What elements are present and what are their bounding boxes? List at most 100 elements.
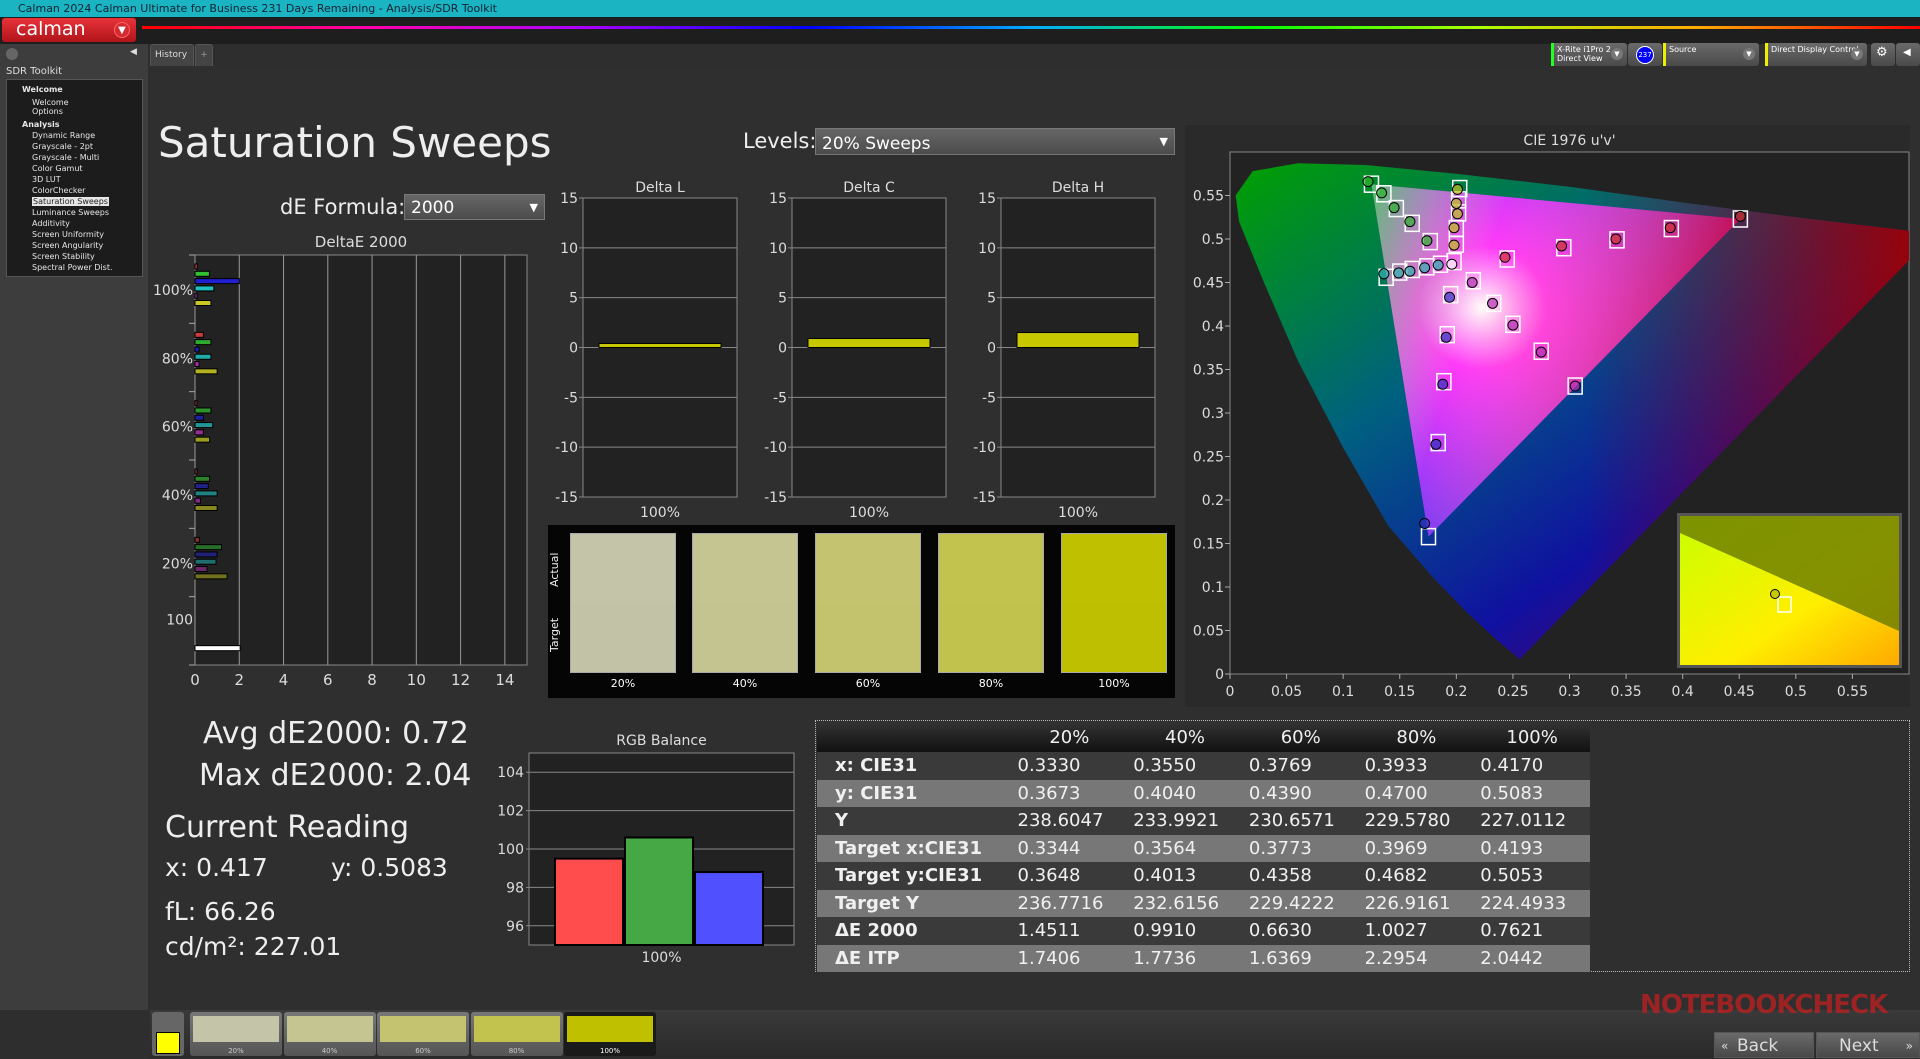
y-tick-label: 15 — [560, 191, 578, 207]
table-cell: 0.5053 — [1474, 862, 1590, 890]
y-category-label: 20% — [162, 556, 193, 572]
sidebar-item[interactable]: ColorChecker — [32, 186, 85, 195]
column-header: 60% — [1242, 722, 1359, 752]
y-category-label: 80% — [162, 351, 193, 367]
table-cell: 0.3564 — [1127, 834, 1243, 862]
y-tick-label: -15 — [973, 490, 996, 506]
add-tab-button[interactable]: + — [195, 44, 213, 66]
back-button[interactable]: « Back — [1714, 1032, 1814, 1058]
measured-point — [1419, 517, 1431, 529]
display-control-label: Direct Display Control — [1771, 45, 1859, 54]
page-title: Saturation Sweeps — [158, 118, 552, 167]
display-control-selector[interactable]: Direct Display Control ▼ — [1765, 43, 1867, 66]
x-tick-label: 10 — [407, 671, 426, 689]
sidebar-item[interactable]: Screen Stability — [32, 252, 95, 261]
next-label: Next — [1839, 1036, 1879, 1056]
sidebar-item[interactable]: Color Gamut — [32, 164, 83, 173]
bar-red — [194, 468, 198, 475]
table-cell: 0.6630 — [1242, 917, 1359, 945]
actual-label: Actual — [548, 552, 561, 588]
x-tick-label: 14 — [495, 671, 514, 689]
current-patch[interactable] — [152, 1012, 184, 1056]
y-category-label: 100% — [153, 283, 193, 299]
workflow-tree: Welcome Welcome Options Analysis Dynamic Ran… — [6, 79, 143, 277]
table-cell: 229.5780 — [1358, 807, 1475, 835]
measured-point — [1451, 208, 1463, 220]
column-header: 80% — [1358, 722, 1475, 752]
sidebar-item[interactable]: Screen Angularity — [32, 241, 103, 250]
table-row: y: CIE31 0.3673 0.4040 0.4390 0.4700 0.5083 — [817, 779, 1590, 807]
sidebar-item[interactable]: Welcome — [32, 98, 69, 107]
x-tick-label: 0 — [1226, 684, 1235, 700]
bar-magenta — [194, 429, 204, 436]
sidebar-item[interactable]: Grayscale - 2pt — [32, 142, 93, 151]
patch-color — [193, 1016, 279, 1042]
table-row: Target x:CIE31 0.3344 0.3564 0.3773 0.3969 0.… — [817, 834, 1590, 862]
table-cell: 0.3648 — [1011, 862, 1128, 890]
de-formula-dropdown[interactable]: 2000 ▼ — [404, 194, 545, 220]
patch-thumbnail[interactable]: 40% — [283, 1012, 376, 1056]
bar-cyan — [194, 558, 217, 565]
sidebar-item[interactable]: Screen Uniformity — [32, 230, 104, 239]
measured-point — [1404, 265, 1416, 277]
table-cell: 0.3344 — [1011, 834, 1128, 862]
x-tick-label: 8 — [367, 671, 377, 689]
x-tick-label: 12 — [451, 671, 470, 689]
x-tick-label: 0.1 — [1332, 684, 1354, 700]
sidebar-item[interactable]: Saturation Sweeps — [32, 197, 109, 206]
chart-title: Delta H — [1052, 180, 1104, 196]
patch-thumbnail[interactable]: 100% — [564, 1012, 656, 1056]
collapse-sidebar-icon[interactable]: ◀ — [130, 47, 137, 57]
row-label: Target x:CIE31 — [817, 834, 1012, 862]
measured-point — [1432, 259, 1444, 271]
pin-icon[interactable] — [6, 48, 18, 60]
patch-thumbnail[interactable]: 80% — [470, 1012, 563, 1056]
current-patch-color — [156, 1032, 180, 1054]
y-tick-label: 0.05 — [1193, 624, 1224, 640]
meter-selector[interactable]: X-Rite i1Pro 2 Direct View ▼ — [1551, 43, 1627, 66]
calman-menu-button[interactable]: calman ▼ — [2, 18, 136, 42]
sidebar-item[interactable]: Grayscale - Multi — [32, 153, 99, 162]
x-tick-label: 2 — [234, 671, 244, 689]
bar-magenta — [194, 361, 200, 368]
bar-blue — [194, 346, 200, 353]
y-tick-label: 5 — [569, 291, 578, 307]
table-header-blank — [817, 722, 1012, 752]
source-selector[interactable]: Source ▼ — [1663, 43, 1759, 66]
patch-thumbnail[interactable]: 60% — [377, 1012, 469, 1056]
swatch-panel: Actual Target 20% 40% 60% 80% 100% — [548, 525, 1175, 698]
y-tick-label: 5 — [778, 291, 787, 307]
swatch-target — [1061, 603, 1167, 673]
progress-rainbow-bar — [142, 26, 1920, 29]
chevron-left-icon: « — [1721, 1039, 1729, 1053]
sidebar-item[interactable]: Dynamic Range — [32, 131, 95, 140]
sidebar-item[interactable]: 3D LUT — [32, 175, 61, 184]
patch-thumbnail[interactable]: 20% — [190, 1012, 282, 1056]
sidebar-item[interactable]: Luminance Sweeps — [32, 208, 109, 217]
collapse-right-icon[interactable]: ◀ — [1896, 43, 1920, 66]
y-tick-label: -10 — [764, 440, 787, 456]
meter-badge-container[interactable]: 237 — [1628, 43, 1662, 66]
chevron-down-icon: ▼ — [114, 22, 130, 38]
y-tick-label: 96 — [506, 919, 524, 935]
next-button[interactable]: Next » — [1816, 1032, 1920, 1058]
levels-dropdown[interactable]: 20% Sweeps ▼ — [815, 128, 1175, 155]
tab-history-1[interactable]: History 1 — [150, 44, 194, 80]
y-tick-label: -5 — [564, 390, 578, 406]
sidebar-item[interactable]: Analysis — [22, 120, 60, 129]
table-cell: 233.9921 — [1127, 807, 1243, 835]
measured-point — [1421, 235, 1433, 247]
sidebar-item[interactable]: Options — [32, 107, 63, 116]
y-tick-label: 0.45 — [1193, 276, 1224, 292]
sidebar-item[interactable]: Additivity — [32, 219, 70, 228]
inset-measured-point — [1770, 589, 1780, 599]
sidebar-item[interactable]: Welcome — [22, 85, 63, 94]
swatch-label: 100% — [1098, 677, 1130, 690]
swatch-label: 80% — [978, 677, 1004, 690]
sidebar-item[interactable]: Spectral Power Dist. — [32, 263, 113, 272]
settings-gear-icon[interactable]: ⚙ — [1871, 43, 1895, 66]
x-tick-label: 0.5 — [1785, 684, 1807, 700]
bar-yellow — [194, 300, 212, 306]
table-cell: 226.9161 — [1358, 889, 1475, 917]
chevron-down-icon: ▼ — [529, 201, 538, 214]
